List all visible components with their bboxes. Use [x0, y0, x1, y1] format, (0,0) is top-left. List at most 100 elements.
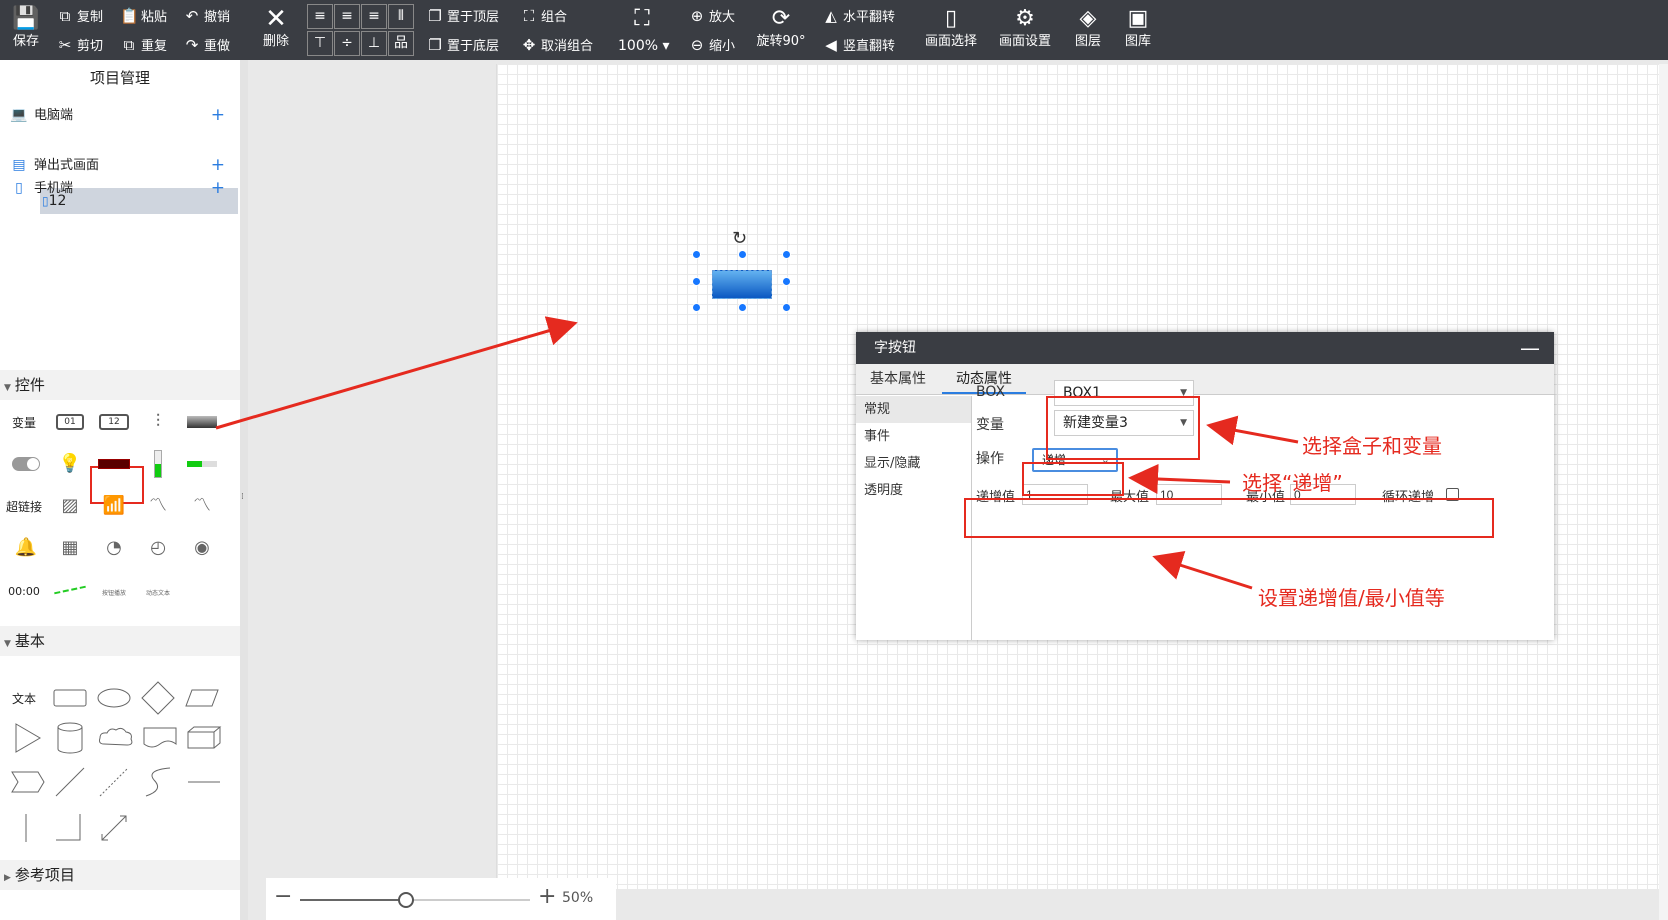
resize-handle[interactable] — [692, 303, 701, 312]
line-chart-icon[interactable]: 〽 — [140, 488, 176, 524]
copy-button[interactable]: ⧉ 复制 — [56, 4, 103, 28]
slider-control-icon[interactable]: ⫶ — [140, 404, 176, 440]
elbow-line-icon[interactable] — [52, 810, 88, 846]
double-arrow-icon[interactable] — [96, 810, 132, 846]
curve-line-icon[interactable] — [140, 764, 176, 800]
dotted-line-icon[interactable] — [96, 764, 132, 800]
document-shape-icon[interactable] — [140, 724, 180, 752]
add-icon[interactable]: + — [211, 154, 225, 176]
resize-handle[interactable] — [738, 303, 747, 312]
delete-button[interactable]: ✕ 删除 — [254, 4, 298, 56]
control-t2[interactable]: 动态文本 — [140, 572, 176, 608]
align-middle-icon[interactable]: ÷ — [334, 31, 360, 56]
control-button-image[interactable] — [184, 404, 220, 440]
zoom-in-button[interactable]: ⊕ 放大 — [688, 4, 735, 28]
distribute-horizontal-icon[interactable]: ⫴ — [388, 4, 414, 29]
category-visibility[interactable]: 显示/隐藏 — [856, 450, 971, 477]
vertical-line-icon[interactable] — [8, 810, 44, 846]
save-button[interactable]: 💾 保存 — [4, 4, 48, 56]
align-bottom-icon[interactable]: ⊥ — [361, 31, 387, 56]
time-control[interactable]: 00:00 — [6, 572, 42, 608]
section-basic[interactable]: ▼ 基本 — [0, 626, 240, 656]
control-number-button[interactable]: 12 — [96, 404, 132, 440]
led-display-icon[interactable] — [96, 446, 132, 482]
dial-gauge-icon[interactable]: ◔ — [96, 530, 132, 566]
line-shape-icon[interactable] — [52, 764, 88, 800]
gallery-button[interactable]: ▣ 图库 — [1116, 4, 1160, 56]
bring-to-top-button[interactable]: ❐ 置于顶层 — [426, 4, 499, 28]
ungroup-button[interactable]: ✥ 取消组合 — [520, 33, 593, 57]
level-gauge-icon[interactable] — [140, 446, 176, 482]
bar-chart-icon[interactable]: 📶 — [96, 488, 132, 524]
cylinder-shape-icon[interactable] — [52, 720, 88, 756]
selected-widget[interactable] — [712, 270, 772, 299]
control-t1[interactable]: 按钮播放 — [96, 572, 132, 608]
dialog-header[interactable]: 字按钮 — — [856, 332, 1554, 364]
panel-splitter[interactable]: ⁞ — [240, 60, 248, 920]
rotate-button[interactable]: ⟳ 旋转90° — [752, 4, 810, 56]
screen-settings-button[interactable]: ⚙ 画面设置 — [998, 4, 1052, 56]
send-to-bottom-button[interactable]: ❐ 置于底层 — [426, 33, 499, 57]
image-icon[interactable]: ▨ — [52, 488, 88, 524]
tree-item-desktop[interactable]: 💻 电脑端 + — [10, 104, 235, 126]
control-hyperlink[interactable]: 超链接 — [6, 488, 42, 524]
category-general[interactable]: 常规 — [856, 396, 971, 423]
category-opacity[interactable]: 透明度 — [856, 477, 971, 504]
diamond-shape-icon[interactable] — [138, 680, 178, 716]
progress-bar-icon[interactable] — [184, 446, 220, 482]
tab-basic-properties[interactable]: 基本属性 — [856, 364, 940, 394]
zoom-level[interactable]: 100% ▾ — [618, 38, 670, 54]
basic-text[interactable]: 文本 — [6, 680, 42, 716]
resize-handle[interactable] — [738, 250, 747, 259]
resize-handle[interactable] — [782, 303, 791, 312]
redo-button[interactable]: ↷ 重做 — [183, 33, 230, 57]
horizontal-line-icon[interactable] — [184, 764, 224, 800]
layers-button[interactable]: ◈ 图层 — [1066, 4, 1110, 56]
tree-item-popup[interactable]: ▤ 弹出式画面 + — [10, 154, 235, 176]
zoom-plus-icon[interactable]: + — [538, 886, 556, 908]
rotate-handle-icon[interactable]: ↻ — [732, 228, 747, 249]
vertical-scrollbar[interactable] — [1659, 64, 1668, 920]
undo-button[interactable]: ↶ 撤销 — [183, 4, 230, 28]
section-controls[interactable]: ▼ 控件 — [0, 370, 240, 400]
align-left-icon[interactable]: ≡ — [307, 4, 333, 29]
bell-icon[interactable]: 🔔 — [8, 530, 44, 566]
repeat-button[interactable]: ⧉ 重复 — [120, 33, 167, 57]
category-events[interactable]: 事件 — [856, 423, 971, 450]
bulb-icon[interactable]: 💡 — [52, 446, 88, 482]
curve-chart-icon[interactable]: 〽 — [184, 488, 220, 524]
triangle-shape-icon[interactable] — [8, 720, 48, 756]
zoom-slider[interactable] — [300, 892, 530, 908]
zoom-out-button[interactable]: ⊖ 缩小 — [688, 33, 735, 57]
add-icon[interactable]: + — [211, 177, 225, 199]
tree-item-mobile[interactable]: ▯ 手机端 + — [10, 177, 235, 199]
toggle-switch-icon[interactable] — [8, 446, 44, 482]
ellipse-shape-icon[interactable] — [94, 686, 134, 710]
flip-vertical-button[interactable]: ◀ 竖直翻转 — [822, 33, 895, 57]
dashed-line-icon[interactable] — [52, 572, 88, 608]
rectangle-shape-icon[interactable] — [50, 686, 90, 710]
flip-horizontal-button[interactable]: ◭ 水平翻转 — [822, 4, 895, 28]
clock-icon[interactable]: ◴ — [140, 530, 176, 566]
minimize-icon[interactable]: — — [1520, 332, 1540, 364]
align-right-icon[interactable]: ≡ — [361, 4, 387, 29]
align-top-icon[interactable]: ⊤ — [307, 31, 333, 56]
add-icon[interactable]: + — [211, 104, 225, 126]
chevron-shape-icon[interactable] — [8, 768, 48, 796]
camera-icon[interactable]: ◉ — [184, 530, 220, 566]
align-center-icon[interactable]: ≡ — [334, 4, 360, 29]
control-number-01[interactable]: 01 — [52, 404, 88, 440]
section-reference[interactable]: ▶ 参考项目 — [0, 860, 240, 890]
group-button[interactable]: ⛶ 组合 — [520, 4, 567, 28]
cube-shape-icon[interactable] — [184, 724, 224, 752]
resize-handle[interactable] — [782, 250, 791, 259]
resize-handle[interactable] — [692, 250, 701, 259]
distribute-vertical-icon[interactable]: 品 — [388, 31, 414, 56]
control-variable[interactable]: 变量 — [6, 404, 42, 440]
cut-button[interactable]: ✂ 剪切 — [56, 33, 103, 57]
table-icon[interactable]: ▦ — [52, 530, 88, 566]
paste-button[interactable]: 📋 粘贴 — [120, 4, 167, 28]
resize-handle[interactable] — [692, 277, 701, 286]
screen-select-button[interactable]: ▯ 画面选择 — [924, 4, 978, 56]
zoom-minus-icon[interactable]: − — [274, 886, 292, 908]
